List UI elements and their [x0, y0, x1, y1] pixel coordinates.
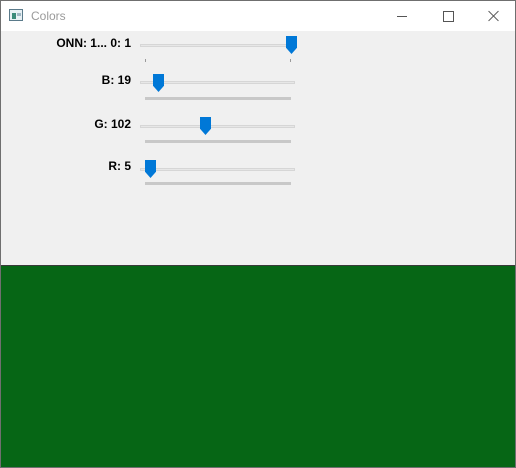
title-bar: Colors: [1, 1, 515, 31]
color-preview: [1, 265, 515, 467]
app-window-icon: [9, 9, 23, 21]
maximize-button[interactable]: [425, 1, 471, 31]
trackbar-label-g: G: 102: [94, 117, 131, 131]
trackbar-rail-g: [145, 140, 291, 143]
trackbar-tick-max: [290, 59, 291, 62]
trackbar-tick-min: [145, 59, 146, 62]
app-window: Colors ONN: 1... 0: 1 B: 19 G: 102 R: 5: [0, 0, 516, 468]
trackbar-label-r: R: 5: [108, 159, 131, 173]
trackbar-panel: ONN: 1... 0: 1 B: 19 G: 102 R: 5: [1, 31, 515, 265]
minimize-button[interactable]: [379, 1, 425, 31]
trackbar-rail-r: [145, 182, 291, 185]
trackbar-thumb-g[interactable]: [200, 117, 211, 135]
minimize-icon: [397, 15, 407, 17]
close-button[interactable]: [471, 1, 515, 31]
trackbar-track-r[interactable]: [140, 168, 295, 171]
maximize-icon: [442, 10, 454, 22]
window-title: Colors: [31, 9, 66, 23]
trackbar-thumb-onoff[interactable]: [286, 36, 297, 54]
trackbar-rail-b: [145, 97, 291, 100]
trackbar-thumb-b[interactable]: [153, 74, 164, 92]
trackbar-label-onoff: ONN: 1... 0: 1: [56, 36, 131, 50]
trackbar-thumb-r[interactable]: [145, 160, 156, 178]
trackbar-track-g[interactable]: [140, 125, 295, 128]
trackbar-label-b: B: 19: [101, 73, 131, 87]
trackbar-track-onoff[interactable]: [140, 44, 295, 47]
close-icon: [488, 10, 500, 22]
